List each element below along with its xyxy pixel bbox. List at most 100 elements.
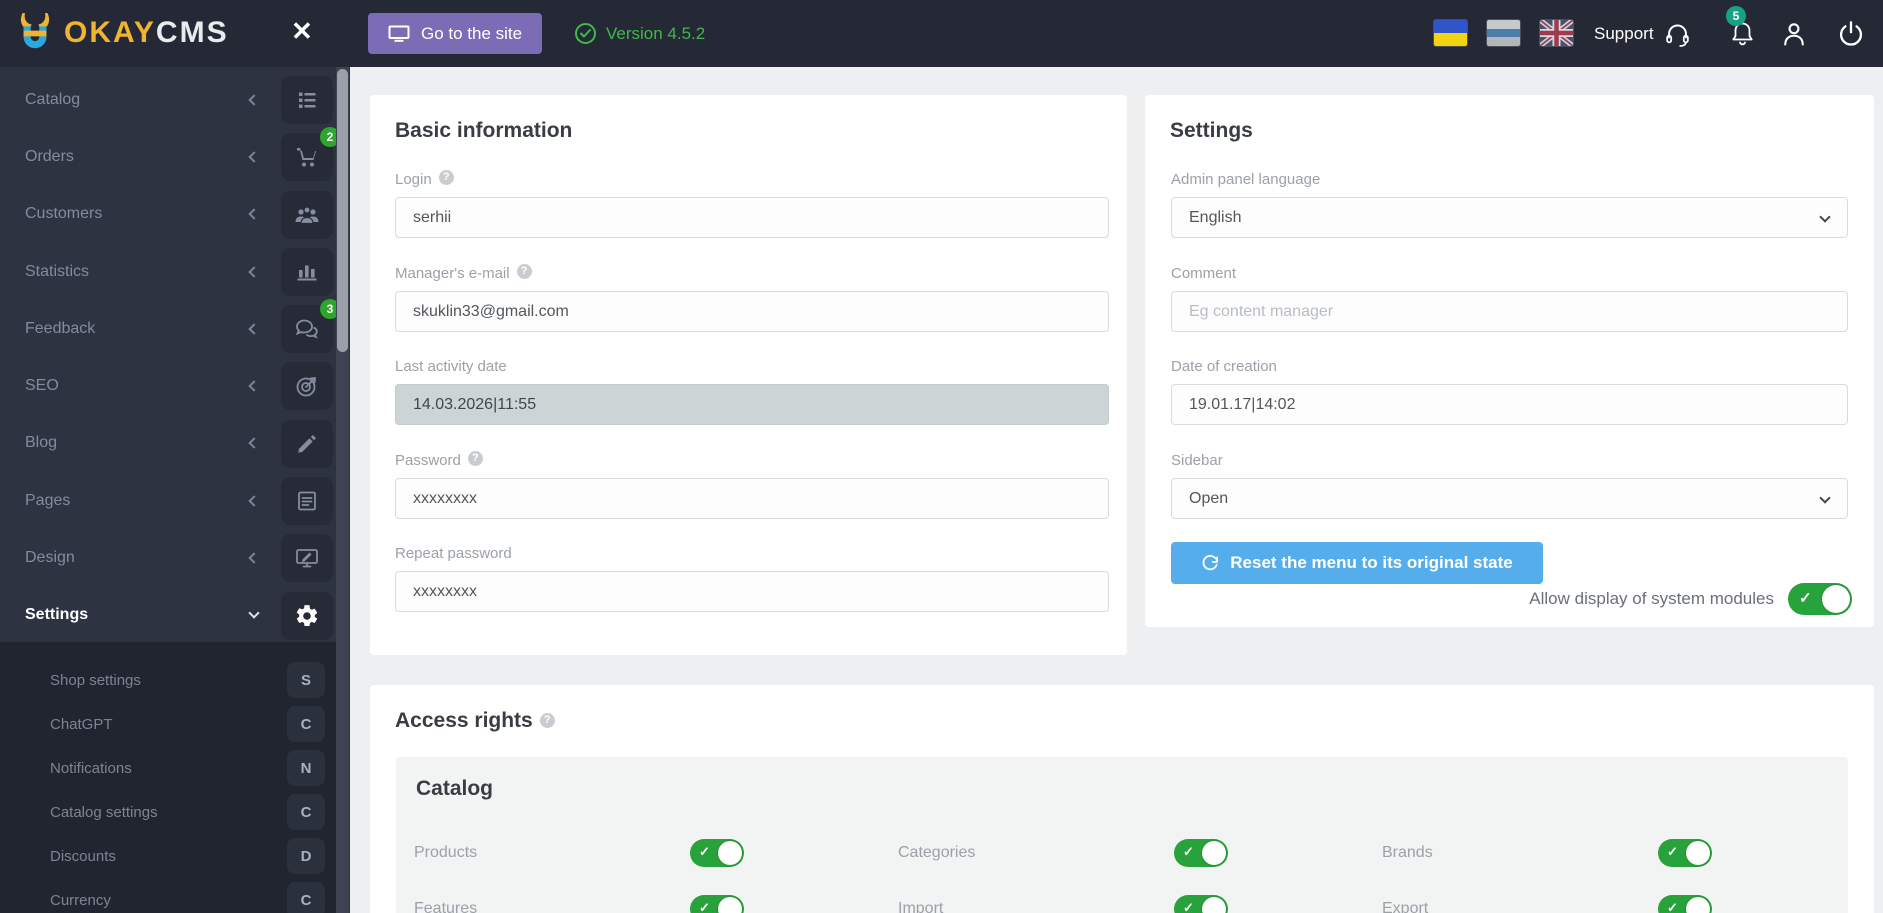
checkmark-icon: ✓ — [1667, 900, 1678, 913]
permission-toggle[interactable]: ✓ — [1174, 895, 1228, 913]
chevron-left-icon — [248, 151, 259, 162]
reset-menu-button[interactable]: Reset the menu to its original state — [1171, 542, 1543, 584]
sidebar-icon-settings[interactable] — [281, 592, 333, 640]
submenu-letter-icon[interactable]: N — [287, 750, 325, 786]
allow-modules-toggle[interactable]: ✓ — [1788, 583, 1852, 615]
toggle-knob — [718, 841, 742, 865]
submenu-item[interactable]: Catalog settings C — [0, 790, 336, 834]
sidebar-item-label: Design — [25, 549, 250, 567]
allow-modules-row: Allow display of system modules ✓ — [1529, 583, 1852, 615]
checkmark-icon: ✓ — [1183, 900, 1194, 913]
sidebar-icon-customers[interactable] — [281, 191, 333, 239]
allow-modules-label: Allow display of system modules — [1529, 589, 1774, 609]
permission-label: Products — [414, 825, 477, 881]
submenu-letter-icon[interactable]: D — [287, 838, 325, 874]
sidebar-state-select[interactable]: Open — [1171, 478, 1848, 519]
submenu-item[interactable]: Notifications N — [0, 746, 336, 790]
chevron-left-icon — [248, 438, 259, 449]
permission-toggle[interactable]: ✓ — [690, 839, 744, 867]
chat-icon — [294, 317, 320, 341]
help-icon[interactable]: ? — [540, 713, 555, 728]
bull-logo-icon — [14, 12, 56, 54]
permission-label: Import — [898, 881, 943, 913]
people-icon — [293, 203, 321, 227]
last-activity-label: Last activity date — [395, 354, 1109, 384]
flag-united-kingdom[interactable] — [1539, 19, 1574, 47]
language-select[interactable]: English — [1171, 197, 1848, 238]
chevron-down-icon — [248, 608, 259, 619]
sidebar-state-label: Sidebar — [1171, 448, 1848, 478]
toggle-knob — [1686, 841, 1710, 865]
sidebar-icon-statistics[interactable] — [281, 248, 333, 296]
sidebar-icon-orders[interactable]: 2 — [281, 133, 333, 181]
user-icon[interactable] — [1780, 20, 1808, 48]
flag-russia-disabled[interactable] — [1486, 19, 1521, 47]
language-label: Admin panel language — [1171, 167, 1848, 197]
headset-icon[interactable] — [1664, 21, 1691, 48]
okaycms-logo[interactable]: OKAYCMS — [14, 12, 229, 54]
permission-toggle[interactable]: ✓ — [1658, 839, 1712, 867]
gear-icon — [294, 603, 320, 629]
power-icon[interactable] — [1837, 20, 1865, 48]
cart-icon — [294, 144, 320, 170]
sidebar-item-label: Statistics — [25, 263, 250, 281]
submenu-item[interactable]: Currency C — [0, 878, 336, 913]
chevron-left-icon — [248, 323, 259, 334]
sidebar-item-label: Blog — [25, 434, 250, 452]
settings-submenu: Shop settings S ChatGPT C Notifications … — [0, 642, 336, 913]
sidebar-icon-pages[interactable] — [281, 477, 333, 525]
sidebar-scrollbar-thumb[interactable] — [337, 69, 348, 352]
refresh-icon — [1201, 554, 1219, 572]
chevron-down-icon — [1819, 492, 1830, 503]
creation-date-input[interactable] — [1171, 384, 1848, 425]
repeat-password-input[interactable] — [395, 571, 1109, 612]
toggle-knob — [1202, 897, 1226, 913]
go-to-site-button[interactable]: Go to the site — [368, 13, 542, 54]
submenu-item-label: Discounts — [50, 848, 116, 865]
manager-email-input[interactable] — [395, 291, 1109, 332]
permission-grid: Products ✓ Categories ✓ Brands — [396, 825, 1848, 913]
last-activity-input — [395, 384, 1109, 425]
sidebar-icon-catalog[interactable] — [281, 76, 333, 124]
sidebar-icon-blog[interactable] — [281, 420, 333, 468]
help-icon[interactable]: ? — [517, 264, 532, 279]
support-link[interactable]: Support — [1594, 0, 1654, 67]
permission-cell: Brands ✓ — [1364, 825, 1848, 881]
submenu-item[interactable]: Discounts D — [0, 834, 336, 878]
comment-field-group: Comment — [1171, 261, 1848, 332]
chevron-left-icon — [248, 266, 259, 277]
sidebar-icon-design[interactable] — [281, 534, 333, 582]
sidebar-item-label: Catalog — [25, 91, 250, 109]
email-field-group: Manager's e-mail? — [395, 261, 1109, 332]
creation-date-label: Date of creation — [1171, 354, 1848, 384]
permission-toggle[interactable]: ✓ — [690, 895, 744, 913]
access-rights-card: Access rights? Catalog Products ✓ Catego… — [370, 685, 1874, 913]
help-icon[interactable]: ? — [468, 451, 483, 466]
permission-toggle[interactable]: ✓ — [1174, 839, 1228, 867]
flag-ukraine[interactable] — [1433, 19, 1468, 47]
sidebar-icon-seo[interactable] — [281, 362, 333, 410]
pencil-icon — [295, 432, 319, 456]
comment-label: Comment — [1171, 261, 1848, 291]
design-monitor-icon — [294, 546, 320, 570]
permission-label: Brands — [1382, 825, 1433, 881]
login-input[interactable] — [395, 197, 1109, 238]
permission-toggle[interactable]: ✓ — [1658, 895, 1712, 913]
bar-chart-icon — [295, 260, 319, 284]
help-icon[interactable]: ? — [439, 170, 454, 185]
submenu-item[interactable]: ChatGPT C — [0, 702, 336, 746]
comment-input[interactable] — [1171, 291, 1848, 332]
sidebar-item-label: Settings — [25, 606, 250, 624]
permission-label: Features — [414, 881, 477, 913]
submenu-letter-icon[interactable]: C — [287, 882, 325, 913]
sidebar: Catalog Orders Customers Statistics — [0, 67, 350, 913]
submenu-letter-icon[interactable]: C — [287, 706, 325, 742]
submenu-item[interactable]: Shop settings S — [0, 658, 336, 702]
password-input[interactable] — [395, 478, 1109, 519]
basic-information-card: Basic information Login? Manager's e-mai… — [370, 95, 1127, 655]
submenu-letter-icon[interactable]: C — [287, 794, 325, 830]
sidebar-icon-feedback[interactable]: 3 — [281, 305, 333, 353]
submenu-letter-icon[interactable]: S — [287, 662, 325, 698]
permission-label: Export — [1382, 881, 1428, 913]
close-icon[interactable]: ✕ — [291, 16, 313, 47]
